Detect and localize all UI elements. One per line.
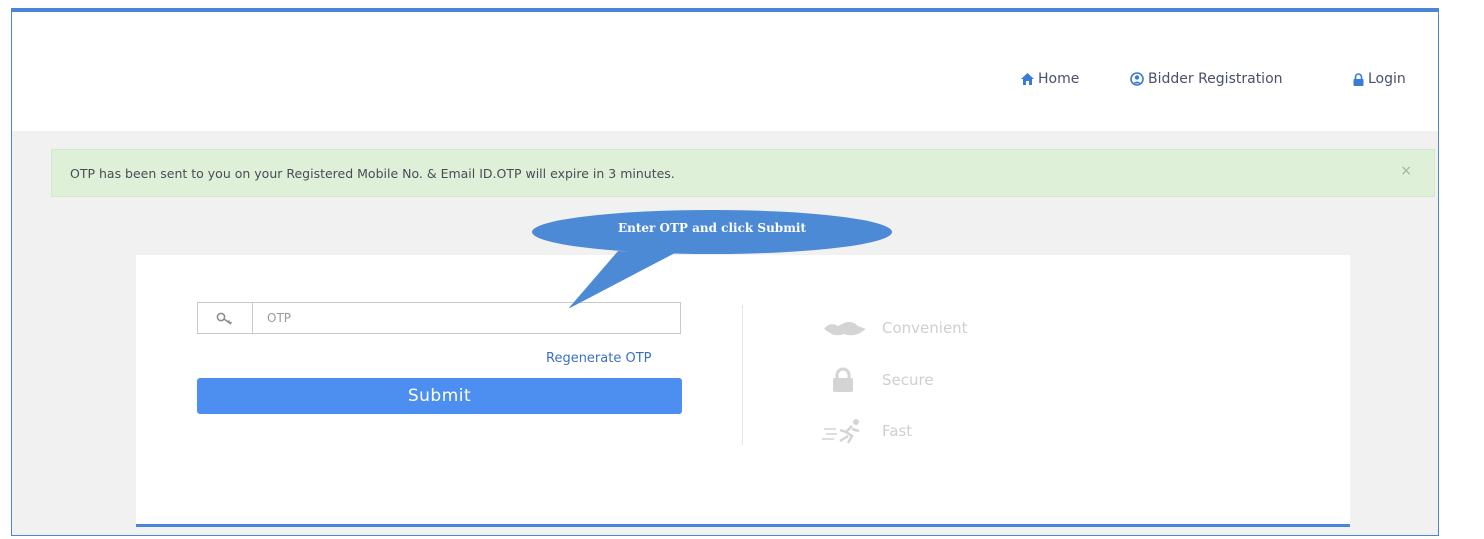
submit-button[interactable]: Submit — [197, 378, 682, 414]
feature-secure: Secure — [822, 367, 934, 393]
handshake-icon — [822, 317, 882, 339]
user-circle-icon — [1130, 72, 1144, 86]
nav-login-link[interactable]: Login — [1353, 68, 1406, 90]
home-icon — [1021, 73, 1034, 85]
vertical-divider — [742, 305, 743, 445]
otp-sent-alert: OTP has been sent to you on your Registe… — [51, 149, 1435, 197]
feature-convenient-label: Convenient — [882, 319, 968, 337]
feature-fast: Fast — [822, 417, 912, 445]
lock-icon — [822, 367, 882, 393]
regenerate-otp-link[interactable]: Regenerate OTP — [546, 351, 652, 366]
header: Home Bidder Registration Login — [12, 9, 1438, 131]
feature-secure-label: Secure — [882, 371, 934, 389]
nav-home-link[interactable]: Home — [1021, 68, 1079, 90]
nav-bidder-registration-link[interactable]: Bidder Registration — [1130, 68, 1283, 90]
nav-login-label: Login — [1368, 71, 1406, 87]
alert-close-button[interactable]: × — [1400, 163, 1412, 179]
key-icon — [198, 303, 253, 333]
feature-convenient: Convenient — [822, 317, 968, 339]
nav-bidder-registration-label: Bidder Registration — [1148, 71, 1283, 87]
feature-fast-label: Fast — [882, 422, 913, 440]
nav-home-label: Home — [1038, 71, 1080, 87]
runner-icon — [822, 417, 882, 445]
callout-text: Enter OTP and click Submit — [617, 221, 806, 235]
lock-icon — [1353, 72, 1364, 86]
alert-message: OTP has been sent to you on your Registe… — [70, 165, 675, 181]
